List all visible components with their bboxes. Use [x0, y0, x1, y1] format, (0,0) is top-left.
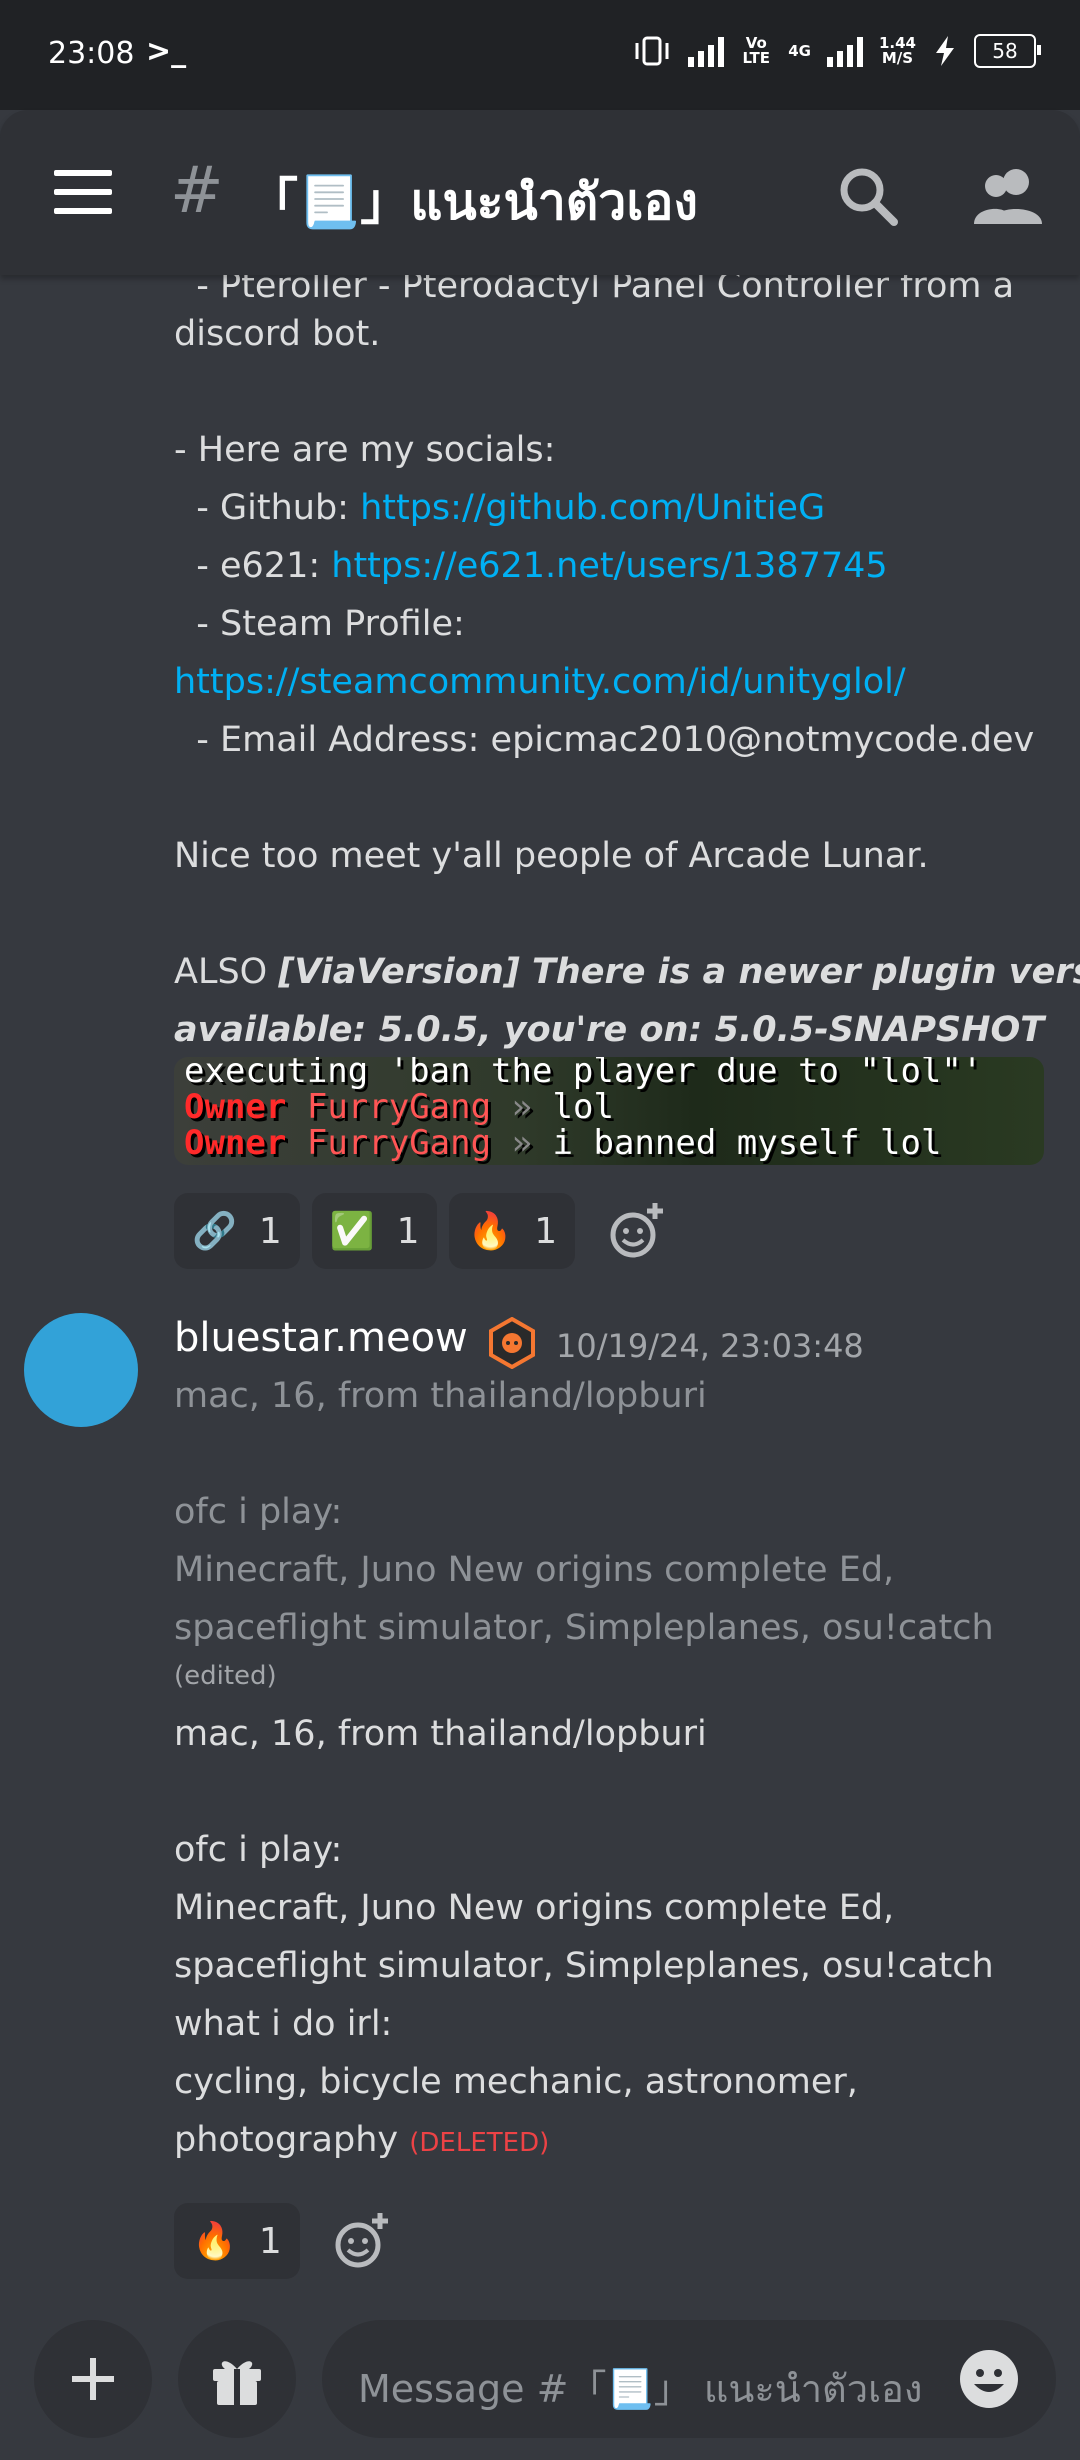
avatar[interactable] [24, 1313, 138, 1427]
attachment-image[interactable]: executing 'ban the player due to "lol"' … [174, 1057, 1044, 1165]
reaction-count: 1 [258, 2220, 282, 2262]
search-icon[interactable] [834, 162, 904, 232]
reaction-bar: 🔥 1 [174, 2203, 394, 2279]
add-reaction-icon[interactable] [605, 1199, 669, 1263]
message-line: - Email Address: epicmac2010@notmycode.d… [174, 720, 1035, 760]
terminal-icon: >_ [146, 34, 187, 69]
reaction-chip[interactable]: 🔗 1 [174, 1193, 300, 1269]
attach-button[interactable] [34, 2320, 152, 2438]
image-sep: » [511, 1087, 533, 1127]
net-speed-unit: M/S [881, 49, 914, 67]
old-message-line: mac, 16, from thailand/lopburi [174, 1376, 707, 1416]
emphasis-text: available: 5.0.5, you're on: 5.0.5-SNAPS… [174, 1010, 1045, 1050]
message-text: photography [174, 2120, 399, 2160]
server-tag-icon [489, 1317, 535, 1369]
battery-icon: 58 [974, 34, 1041, 68]
channel-hash-icon: # [170, 154, 224, 228]
edited-label: (edited) [174, 1661, 277, 1691]
image-text: executing 'ban the player due to "lol"' [184, 1057, 983, 1091]
emphasis-text: [ViaVersion] There is a newer plugin ver… [278, 952, 1080, 992]
old-message-line: Minecraft, Juno New origins complete Ed, [174, 1550, 895, 1590]
username[interactable]: bluestar.meow [174, 1315, 468, 1361]
reaction-chip[interactable]: 🔥 1 [449, 1193, 576, 1269]
fire-emoji-icon: 🔥 [192, 2221, 237, 2262]
fire-emoji-icon: 🔥 [467, 1211, 513, 1252]
check-emoji-icon: ✅ [329, 1211, 375, 1252]
message-line: Minecraft, Juno New origins complete Ed, [174, 1888, 895, 1928]
message-line: - Here are my socials: [174, 430, 556, 470]
members-icon[interactable] [970, 162, 1046, 232]
network-label: 4G [788, 41, 811, 60]
message-line: what i do irl: [174, 2004, 393, 2044]
old-message-line: ofc i play: [174, 1492, 343, 1532]
old-message-line: spaceflight simulator, Simpleplanes, osu… [174, 1608, 994, 1648]
signal-icon [688, 35, 725, 67]
channel-name[interactable]: 「📃」แนะนำตัวเอง [248, 162, 698, 242]
image-chat-line: Owner FurryGang » lol [184, 1089, 614, 1125]
message-line: - e621: https://e621.net/users/1387745 [174, 537, 887, 595]
message-line: - Github: https://github.com/UnitieG [174, 479, 825, 537]
message-list[interactable]: - Pteroller - Pterodactyl Panel Controll… [0, 275, 1080, 2300]
message-line: spaceflight simulator, Simpleplanes, osu… [174, 1946, 994, 1986]
vibrate-icon [635, 36, 669, 66]
status-indicators: Vo LTE 4G 1.44 M/S 58 [632, 34, 1041, 68]
composer-bar: Message #「📃」 แนะนำตัวเอง [0, 2300, 1080, 2460]
message-input-placeholder: Message #「📃」 แนะนำตัวเอง [358, 2367, 923, 2411]
message-line: ofc i play: [174, 1830, 343, 1870]
message-input[interactable]: Message #「📃」 แนะนำตัวเอง [322, 2320, 1056, 2438]
emoji-icon[interactable] [958, 2348, 1020, 2410]
message-line: Nice too meet y'all people of Arcade Lun… [174, 836, 929, 876]
status-bar: 23:08 >_ Vo LTE 4G 1.44 M/S 58 [0, 0, 1080, 110]
message-line: - Steam Profile: [174, 604, 465, 644]
charging-icon [936, 36, 954, 66]
reaction-count: 1 [258, 1210, 282, 1252]
message-line: cycling, bicycle mechanic, astronomer, [174, 2062, 858, 2102]
also-prefix: ALSO [174, 952, 279, 992]
reaction-bar: 🔗 1 ✅ 1 🔥 1 [174, 1193, 669, 1269]
add-reaction-icon[interactable] [330, 2209, 394, 2273]
message-line: discord bot. [174, 314, 381, 354]
e621-label: - e621: [174, 546, 332, 586]
message-line: photography (DELETED) [174, 2111, 549, 2172]
volte-label: Vo LTE [742, 34, 771, 67]
image-msg: lol [552, 1087, 614, 1127]
image-sep: » [511, 1123, 533, 1163]
deleted-label: (DELETED) [409, 2128, 550, 2158]
message-line: mac, 16, from thailand/lopburi [174, 1714, 707, 1754]
image-msg: i banned myself lol [552, 1123, 942, 1163]
steam-link[interactable]: https://steamcommunity.com/id/unityglol/ [174, 653, 906, 711]
link-emoji-icon: 🔗 [192, 1211, 237, 1252]
net-speed: 1.44 M/S [879, 36, 916, 66]
image-player: FurryGang [306, 1123, 492, 1163]
gift-icon [213, 2361, 261, 2405]
plus-icon [72, 2358, 114, 2400]
reaction-count: 1 [396, 1210, 420, 1252]
image-rank: Owner [184, 1087, 287, 1127]
timestamp: 10/19/24, 23:03:48 [556, 1327, 864, 1365]
channel-header: # 「📃」แนะนำตัวเอง [0, 110, 1080, 275]
image-player: FurryGang [306, 1087, 492, 1127]
reaction-chip[interactable]: ✅ 1 [311, 1193, 438, 1269]
reaction-chip[interactable]: 🔥 1 [174, 2203, 300, 2279]
image-chat-line: Owner FurryGang » i banned myself lol [184, 1125, 941, 1161]
image-rank: Owner [184, 1123, 287, 1163]
status-time: 23:08 [48, 36, 135, 71]
github-link[interactable]: https://github.com/UnitieG [360, 488, 825, 528]
github-label: - Github: [174, 488, 361, 528]
hamburger-icon[interactable] [54, 170, 112, 214]
message-line: ALSO [ViaVersion] There is a newer plugi… [174, 943, 1080, 1001]
reaction-count: 1 [534, 1210, 558, 1252]
signal-icon-2 [826, 35, 863, 67]
e621-link[interactable]: https://e621.net/users/1387745 [331, 546, 887, 586]
gift-button[interactable] [178, 2320, 296, 2438]
